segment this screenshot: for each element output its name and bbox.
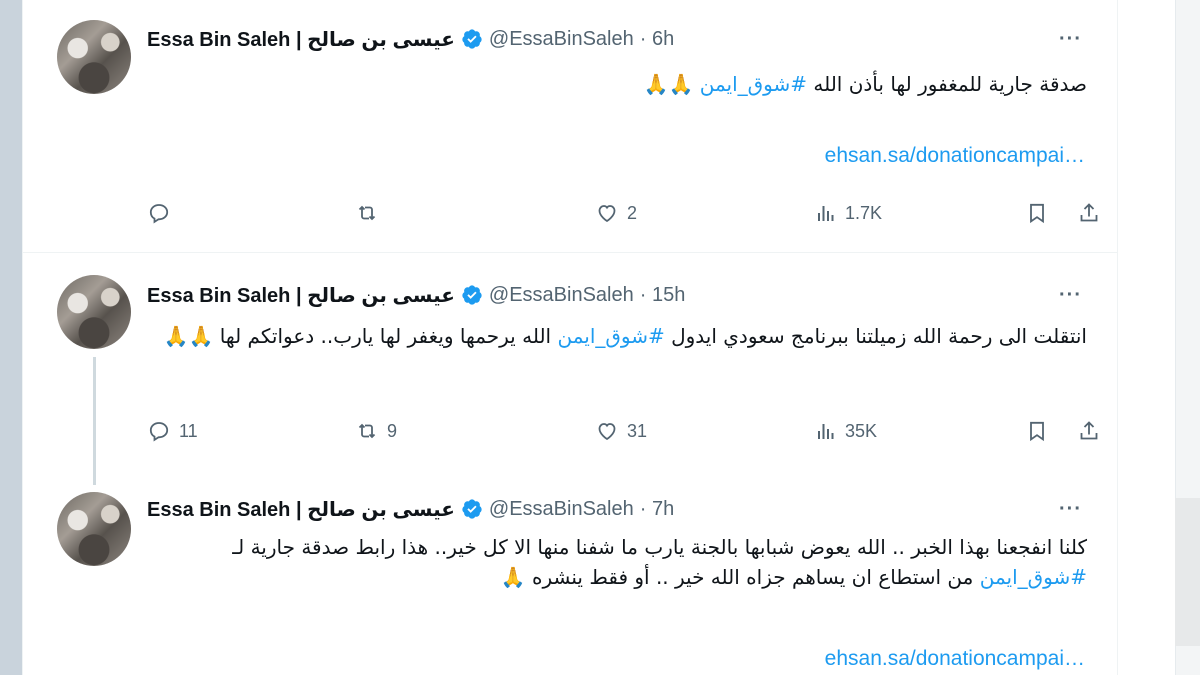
retweet-icon (358, 423, 376, 439)
retweet-icon (358, 205, 376, 221)
hashtag-link[interactable]: #شوق_ايمن (980, 565, 1087, 589)
avatar[interactable] (57, 492, 131, 566)
right-sidebar-card-edge (1175, 498, 1200, 646)
reply-icon (149, 204, 169, 224)
tweet-text: انتقلت الى رحمة الله زميلتنا ببرنامج سعو… (147, 321, 1087, 351)
reply-button[interactable] (147, 198, 179, 228)
share-button[interactable] (1077, 198, 1101, 228)
like-button[interactable]: 31 (595, 416, 647, 446)
tweet-text-part: كلنا انفجعنا بهذا الخبر .. الله يعوض شبا… (232, 535, 1087, 559)
views-button[interactable]: 1.7K (813, 198, 882, 228)
tweet-time[interactable]: · 15h (640, 284, 686, 307)
more-icon[interactable]: ··· (1059, 284, 1082, 307)
like-icon (598, 205, 616, 223)
retweet-count: 9 (387, 420, 398, 441)
views-icon (818, 424, 834, 439)
views-count: 35K (845, 420, 878, 441)
reply-button[interactable]: 11 (147, 416, 198, 446)
tweet-1[interactable]: Essa Bin Saleh | عيسى بن صالح @EssaBinSa… (23, 0, 1117, 252)
external-link[interactable]: ehsan.sa/donationcampai… (739, 647, 1085, 671)
tweet-text-part: من استطاع ان يساهم جزاه الله خير .. أو ف… (500, 565, 980, 589)
tweet-3[interactable]: Essa Bin Saleh | عيسى بن صالح @EssaBinSa… (23, 475, 1117, 675)
tweet-time[interactable]: · 7h (640, 498, 674, 521)
share-icon (1080, 421, 1098, 440)
tweet-text-part: 🙏🙏 (643, 72, 700, 96)
retweet-button[interactable] (355, 198, 387, 228)
hashtag-link[interactable]: #شوق_ايمن (700, 72, 807, 96)
tweet-text: كلنا انفجعنا بهذا الخبر .. الله يعوض شبا… (147, 532, 1087, 592)
like-icon (598, 423, 616, 441)
tweet-header: Essa Bin Saleh | عيسى بن صالح @EssaBinSa… (147, 282, 685, 308)
tweet-text-part: انتقلت الى رحمة الله زميلتنا ببرنامج سعو… (664, 324, 1087, 348)
views-count: 1.7K (845, 202, 883, 223)
bookmark-button[interactable] (1025, 198, 1049, 228)
tweet-time[interactable]: · 6h (640, 28, 674, 51)
thread-connector (93, 357, 96, 485)
views-button[interactable]: 35K (813, 416, 877, 446)
tweet-actions: 2 1.7K (147, 198, 1098, 228)
author-handle[interactable]: @EssaBinSaleh (489, 28, 634, 51)
reply-icon (149, 422, 169, 442)
like-count: 31 (627, 420, 648, 441)
bookmark-icon (1030, 203, 1044, 224)
reply-count: 11 (179, 420, 198, 441)
verified-badge-icon (462, 29, 482, 49)
tweet-text-part: الله يرحمها ويغفر لها يارب.. دعواتكم لها… (163, 324, 558, 348)
tweet-actions: 11 9 31 35K (147, 416, 1098, 446)
tweet-header: Essa Bin Saleh | عيسى بن صالح @EssaBinSa… (147, 496, 674, 522)
more-icon[interactable]: ··· (1059, 28, 1082, 51)
like-button[interactable]: 2 (595, 198, 637, 228)
left-gutter (0, 0, 22, 675)
timeline-feed: Essa Bin Saleh | عيسى بن صالح @EssaBinSa… (22, 0, 1118, 675)
retweet-button[interactable]: 9 (355, 416, 397, 446)
tweet-text-part: صدقة جارية للمغفور لها بأذن الله (807, 72, 1087, 96)
share-button[interactable] (1077, 416, 1101, 446)
author-name[interactable]: Essa Bin Saleh | عيسى بن صالح (147, 27, 455, 52)
bookmark-icon (1030, 421, 1044, 442)
tweet-text: صدقة جارية للمغفور لها بأذن الله #شوق_اي… (147, 69, 1087, 99)
tweet-header: Essa Bin Saleh | عيسى بن صالح @EssaBinSa… (147, 26, 674, 52)
external-link[interactable]: ehsan.sa/donationcampai… (739, 144, 1085, 168)
author-name[interactable]: Essa Bin Saleh | عيسى بن صالح (147, 283, 455, 308)
views-icon (818, 206, 834, 221)
verified-badge-icon (462, 499, 482, 519)
share-icon (1080, 203, 1098, 222)
hashtag-link[interactable]: #شوق_ايمن (557, 324, 664, 348)
avatar[interactable] (57, 275, 131, 349)
tweet-2[interactable]: Essa Bin Saleh | عيسى بن صالح @EssaBinSa… (23, 253, 1117, 485)
more-icon[interactable]: ··· (1059, 498, 1082, 521)
author-handle[interactable]: @EssaBinSaleh (489, 498, 634, 521)
like-count: 2 (627, 202, 638, 223)
author-handle[interactable]: @EssaBinSaleh (489, 284, 634, 307)
avatar[interactable] (57, 20, 131, 94)
bookmark-button[interactable] (1025, 416, 1049, 446)
author-name[interactable]: Essa Bin Saleh | عيسى بن صالح (147, 497, 455, 522)
verified-badge-icon (462, 285, 482, 305)
